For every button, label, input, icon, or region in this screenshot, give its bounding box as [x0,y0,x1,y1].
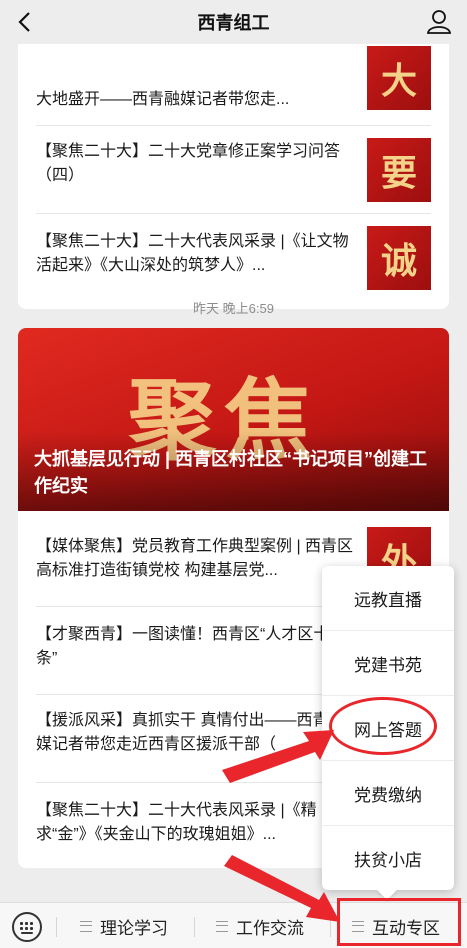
menu-item-party-fee-payment[interactable]: 党费缴纳 [322,761,454,826]
page-title: 西青组工 [197,13,270,33]
article-title: 【媒体聚焦】党员教育工作典型案例 | 西青区高标准打造街镇党校 构建基层党... [36,538,354,579]
article-thumbnail: 要 [367,138,431,202]
article-title: 【援派风采】真抓实干 真情付出——西青融媒记者带您走近西青区援派干部（ [36,712,345,753]
article-item[interactable]: 【聚焦二十大】二十大党章修正案学习问答（四） 要 [36,126,431,214]
article-thumbnail: 大 [367,46,431,110]
article-title: 【聚焦二十大】二十大党章修正案学习问答（四） [36,143,341,184]
article-thumbnail: 诚 [367,226,431,290]
article-item[interactable]: 大地盛开——西青融媒记者带您走... 大 [36,44,431,126]
keyboard-icon[interactable] [12,912,42,942]
article-title: 大地盛开——西青融媒记者带您走... [36,91,290,108]
message-timestamp: 昨天 晚上6:59 [193,301,274,316]
cover-article[interactable]: 聚焦 大抓基层见行动 | 西青区村社区“书记项目”创建工作纪实 [18,328,449,511]
article-title: 【聚焦二十大】二十大代表风采录 |《精求“金”》《夹金山下的玫瑰姐姐》... [36,802,317,843]
menu-lines-icon [216,920,228,932]
tab-work-exchange[interactable]: 工作交流 [216,903,304,948]
back-arrow-icon[interactable] [12,8,40,36]
menu-item-party-book-garden[interactable]: 党建书苑 [322,631,454,696]
menu-item-poverty-alleviation-shop[interactable]: 扶贫小店 [322,826,454,891]
article-item[interactable]: 【聚焦二十大】二十大代表风采录 |《让文物活起来》《大山深处的筑梦人》... 诚 [36,214,431,309]
tab-theory-study[interactable]: 理论学习 [80,903,168,948]
article-title: 【聚焦二十大】二十大代表风采录 |《让文物活起来》《大山深处的筑梦人》... [36,233,349,274]
article-title: 【才聚西青】一图读懂！西青区“人才区十五条” [36,626,346,667]
user-profile-icon[interactable] [425,8,453,36]
article-group-card: 大地盛开——西青融媒记者带您走... 大 【聚焦二十大】二十大党章修正案学习问答… [18,44,449,309]
annotation-highlight-ellipse [329,697,437,755]
menu-item-distance-education-live[interactable]: 远教直播 [322,566,454,631]
top-bar: 西青组工 [0,0,467,44]
cover-headline: 大抓基层见行动 | 西青区村社区“书记项目”创建工作纪实 [34,449,428,496]
menu-lines-icon [80,920,92,932]
annotation-highlight-box [337,898,461,946]
